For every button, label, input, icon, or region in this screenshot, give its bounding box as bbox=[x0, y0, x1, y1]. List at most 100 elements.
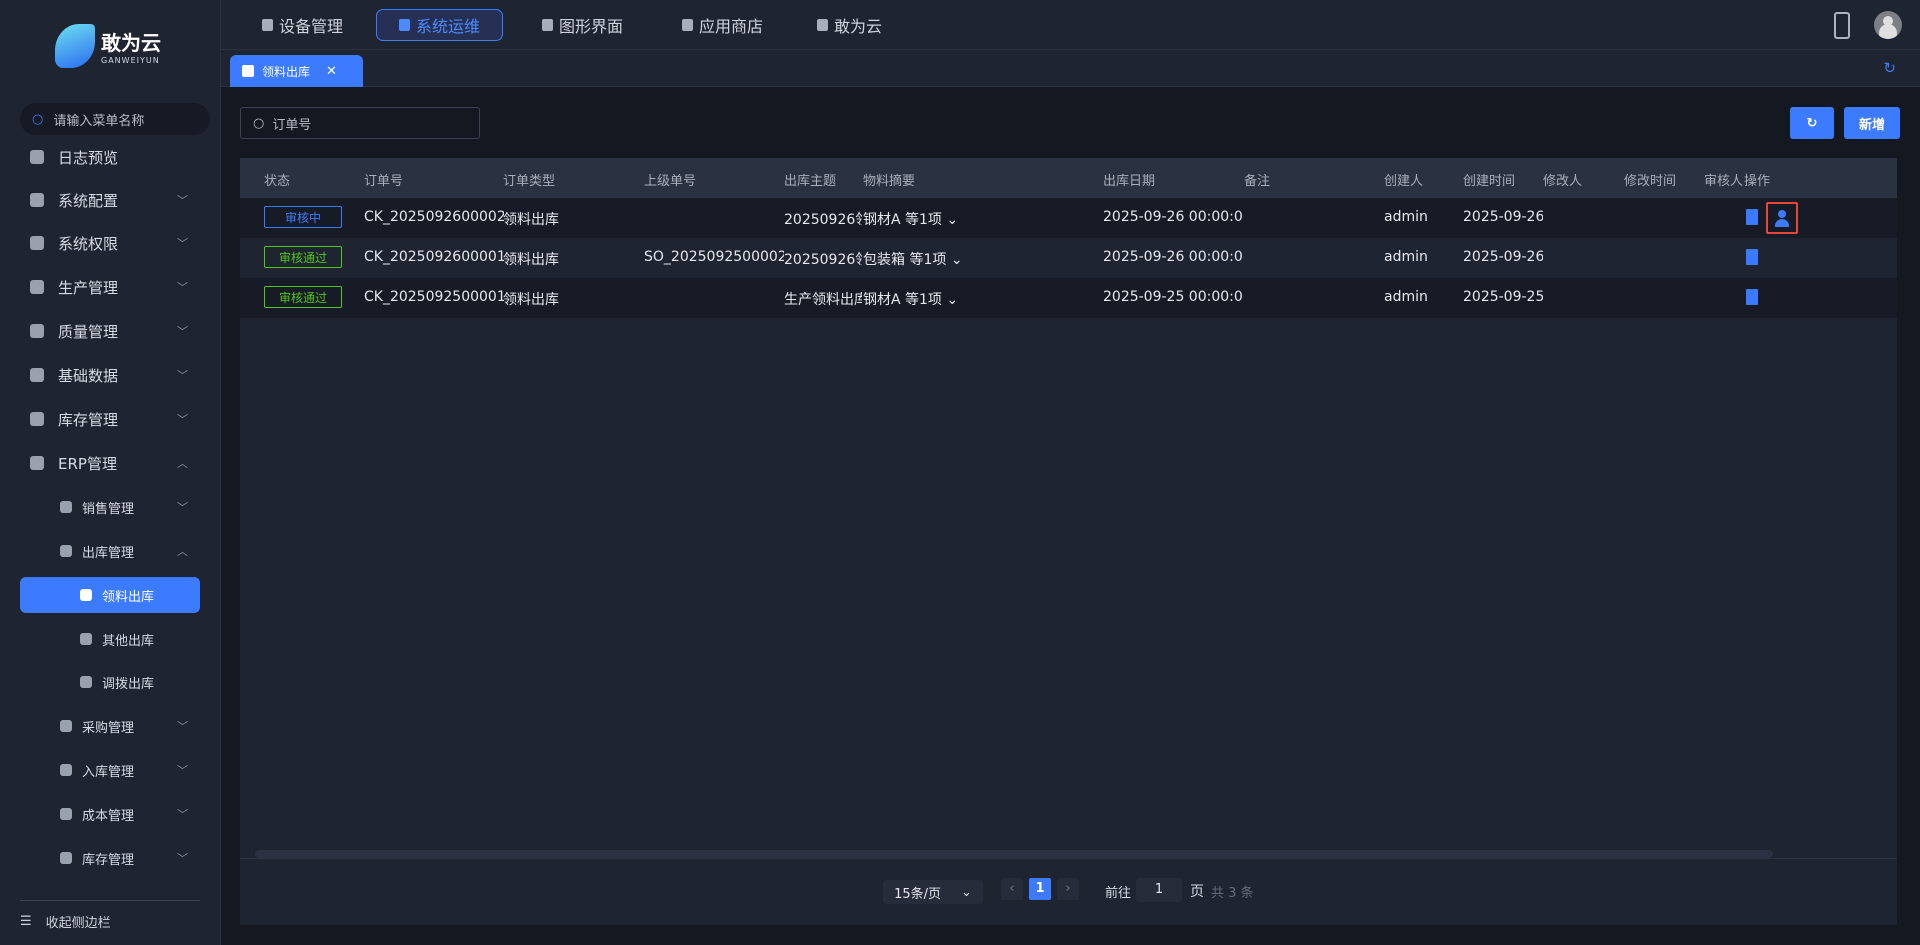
sidebar-item[interactable]: 入库管理 ﹀ bbox=[20, 752, 200, 788]
cell-subject: 生产领料出库 bbox=[784, 292, 862, 308]
sidebar-item[interactable]: 库存管理 ﹀ bbox=[20, 401, 200, 437]
close-icon[interactable]: ✕ bbox=[326, 64, 337, 79]
chevron-down-icon: ⌄ bbox=[950, 252, 963, 268]
next-page-button[interactable]: › bbox=[1057, 878, 1079, 900]
brand-name: 敢为云 bbox=[101, 31, 161, 55]
refresh-button[interactable]: ↻ bbox=[1790, 107, 1834, 139]
goto-page-input[interactable]: 1 bbox=[1136, 878, 1182, 902]
cell-subject: 20250926领料出库 bbox=[784, 252, 862, 268]
sidebar-item[interactable]: 成本管理 ﹀ bbox=[20, 796, 200, 832]
sidebar-item[interactable]: 日志预览 bbox=[20, 139, 200, 175]
butterfly-logo-icon bbox=[55, 24, 95, 68]
menu-icon bbox=[80, 676, 92, 688]
sidebar-item[interactable]: ERP管理 ︿ bbox=[20, 445, 200, 481]
menu-search-input[interactable]: ○ 请输入菜单名称 bbox=[20, 103, 210, 135]
cell-subject: 20250926领料出库 bbox=[784, 212, 862, 228]
collapse-sidebar-button[interactable]: ☰ 收起侧边栏 bbox=[20, 912, 111, 931]
sidebar-item[interactable]: 基础数据 ﹀ bbox=[20, 357, 200, 393]
sidebar-item[interactable]: 质量管理 ﹀ bbox=[20, 313, 200, 349]
mobile-icon[interactable] bbox=[1834, 12, 1850, 39]
sidebar-item[interactable]: 调拨出库 bbox=[20, 664, 200, 700]
page-1-button[interactable]: 1 bbox=[1029, 878, 1051, 900]
sidebar-item[interactable]: 系统配置 ﹀ bbox=[20, 182, 200, 218]
sidebar-item-label: 其他出库 bbox=[102, 633, 155, 649]
cell-created: 2025-09-26 bbox=[1463, 249, 1543, 265]
refresh-icon[interactable]: ↻ bbox=[1883, 59, 1896, 77]
material-summary-dropdown[interactable]: 钢材A 等1项 ⌄ bbox=[863, 289, 958, 309]
warehouse-icon bbox=[242, 65, 254, 77]
cell-creator: admin bbox=[1384, 249, 1428, 265]
collapse-label: 收起侧边栏 bbox=[45, 916, 111, 931]
page-size-select[interactable]: 15条/页 ⌄ bbox=[883, 880, 983, 904]
sidebar-item[interactable]: 销售管理 ﹀ bbox=[20, 489, 200, 525]
column-header: 创建时间 bbox=[1463, 174, 1516, 189]
chevron-icon: ︿ bbox=[177, 457, 188, 470]
menu-icon bbox=[80, 633, 92, 645]
cell-date: 2025-09-26 00:00:00 bbox=[1103, 249, 1243, 265]
view-detail-icon[interactable] bbox=[1746, 209, 1758, 225]
tab-lingliao-chuku[interactable]: 领料出库 ✕ bbox=[230, 55, 363, 87]
add-label: 新增 bbox=[1858, 117, 1885, 133]
sidebar-item-label: 生产管理 bbox=[58, 278, 119, 297]
chevron-icon: ﹀ bbox=[177, 194, 188, 207]
top-nav-item[interactable]: 系统运维 bbox=[376, 9, 504, 41]
table-row: 审核通过 CK_2025092500001 领料出库 生产领料出库 钢材A 等1项 ⌄ 2… bbox=[240, 278, 1897, 318]
cell-created: 2025-09-26 bbox=[1463, 209, 1543, 225]
column-header: 订单类型 bbox=[503, 174, 556, 189]
menu-icon bbox=[30, 324, 44, 338]
cell-order: CK_2025092600001 bbox=[364, 249, 504, 265]
top-nav-item[interactable]: 应用商店 bbox=[660, 9, 785, 41]
sidebar: 敢为云 GANWEIYUN ○ 请输入菜单名称 日志预览 系统配置 ﹀ 系统权限 ﹀ 生产管理… bbox=[0, 0, 221, 945]
sidebar-item[interactable]: 领料出库 bbox=[20, 577, 200, 613]
page-unit: 页 bbox=[1190, 884, 1204, 900]
nav-label: 敢为云 bbox=[834, 17, 883, 36]
sidebar-item[interactable]: 其他出库 bbox=[20, 621, 200, 657]
status-badge: 审核通过 bbox=[264, 286, 342, 308]
sidebar-item-label: ERP管理 bbox=[58, 454, 117, 473]
column-header: 上级单号 bbox=[644, 174, 697, 189]
sidebar-item-label: 入库管理 bbox=[82, 764, 135, 780]
divider bbox=[20, 900, 200, 901]
sidebar-item-label: 系统权限 bbox=[58, 234, 119, 253]
avatar[interactable] bbox=[1874, 11, 1902, 39]
nav-icon bbox=[399, 19, 410, 31]
horizontal-scrollbar[interactable] bbox=[255, 850, 1773, 858]
audit-user-icon[interactable] bbox=[1766, 202, 1798, 234]
material-summary-dropdown[interactable]: 钢材A 等1项 ⌄ bbox=[863, 209, 958, 229]
view-detail-icon[interactable] bbox=[1746, 289, 1758, 305]
chevron-icon: ﹀ bbox=[177, 281, 188, 294]
top-nav-item[interactable]: 设备管理 bbox=[240, 9, 365, 41]
chevron-icon: ﹀ bbox=[177, 764, 188, 777]
material-summary: 钢材A 等1项 bbox=[863, 292, 942, 308]
status-badge: 审核通过 bbox=[264, 246, 342, 268]
prev-page-button[interactable]: ‹ bbox=[1001, 878, 1023, 900]
chevron-icon: ﹀ bbox=[177, 720, 188, 733]
column-header: 备注 bbox=[1244, 174, 1271, 189]
menu-icon bbox=[60, 808, 72, 820]
top-nav-item[interactable]: 敢为云 bbox=[795, 9, 904, 41]
material-summary-dropdown[interactable]: 包装箱 等1项 ⌄ bbox=[863, 249, 963, 269]
goto-label: 前往 bbox=[1105, 886, 1132, 901]
collapse-icon: ☰ bbox=[20, 914, 32, 929]
column-header: 操作 bbox=[1744, 174, 1771, 189]
search-icon: ○ bbox=[253, 115, 265, 131]
add-button[interactable]: 新增 bbox=[1844, 107, 1900, 139]
view-detail-icon[interactable] bbox=[1746, 249, 1758, 265]
sidebar-item[interactable]: 出库管理 ︿ bbox=[20, 533, 200, 569]
page-size-value: 15条/页 bbox=[894, 886, 942, 902]
nav-label: 设备管理 bbox=[279, 17, 344, 36]
sidebar-item[interactable]: 系统权限 ﹀ bbox=[20, 225, 200, 261]
top-nav-item[interactable]: 图形界面 bbox=[520, 9, 645, 41]
order-search-input[interactable]: ○ 订单号 bbox=[240, 107, 480, 139]
menu-search-placeholder: 请输入菜单名称 bbox=[53, 113, 145, 129]
sidebar-item[interactable]: 采购管理 ﹀ bbox=[20, 708, 200, 744]
menu-icon bbox=[60, 852, 72, 864]
column-header: 物料摘要 bbox=[863, 174, 916, 189]
chevron-icon: ﹀ bbox=[177, 852, 188, 865]
menu-icon bbox=[30, 150, 44, 164]
cell-created: 2025-09-25 bbox=[1463, 289, 1543, 305]
chevron-icon: ﹀ bbox=[177, 369, 188, 382]
sidebar-item[interactable]: 生产管理 ﹀ bbox=[20, 269, 200, 305]
sidebar-item[interactable]: 库存管理 ﹀ bbox=[20, 840, 200, 876]
nav-label: 系统运维 bbox=[416, 17, 481, 36]
